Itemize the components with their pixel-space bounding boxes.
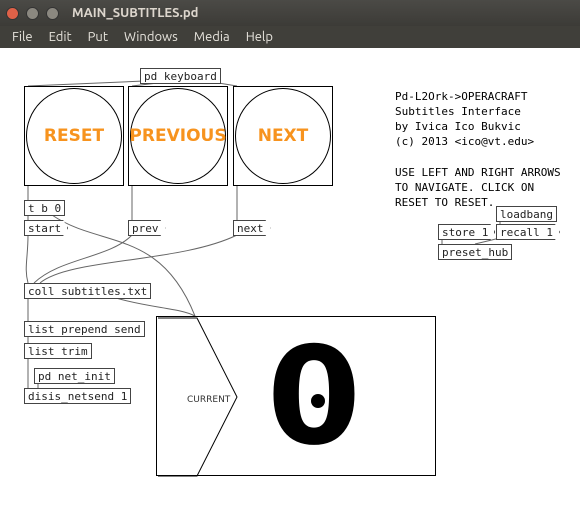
bang-previous[interactable]: PREVIOUS [128,86,228,186]
obj-loadbang[interactable]: loadbang [496,206,557,222]
menu-media[interactable]: Media [186,28,238,46]
bang-reset-label: RESET [44,126,104,146]
pd-canvas[interactable]: pd keyboard RESET PREVIOUS NEXT Pd-L2Ork… [0,48,580,501]
msg-store[interactable]: store 1 [438,224,495,240]
menu-file[interactable]: File [4,28,41,46]
menu-put[interactable]: Put [80,28,116,46]
current-display[interactable]: CURRENT 0 [156,316,436,476]
bang-reset[interactable]: RESET [24,86,124,186]
close-icon[interactable] [6,7,19,20]
menubar: File Edit Put Windows Media Help [0,26,580,48]
window-title: MAIN_SUBTITLES.pd [72,6,198,20]
info-nav: USE LEFT AND RIGHT ARROWS TO NAVIGATE. C… [395,166,561,211]
msg-prev[interactable]: prev [128,220,166,236]
info-title: Pd-L2Ork->OPERACRAFT Subtitles Interface… [395,90,534,149]
obj-disis-netsend[interactable]: disis_netsend 1 [24,388,131,404]
menu-edit[interactable]: Edit [41,28,80,46]
msg-next[interactable]: next [233,220,271,236]
current-label: CURRENT [187,395,230,405]
obj-t-b-0[interactable]: t b 0 [24,200,65,216]
obj-pd-net-init[interactable]: pd net_init [34,368,115,384]
obj-pd-keyboard[interactable]: pd keyboard [140,68,221,84]
bang-next-label: NEXT [258,126,309,146]
titlebar: MAIN_SUBTITLES.pd [0,0,580,26]
obj-preset-hub[interactable]: preset_hub [438,244,512,260]
bang-previous-label: PREVIOUS [129,126,226,146]
menu-help[interactable]: Help [238,28,281,46]
zero-dot-icon [311,394,325,408]
menu-windows[interactable]: Windows [116,28,186,46]
obj-coll[interactable]: coll subtitles.txt [24,283,151,299]
obj-list-trim[interactable]: list trim [24,343,92,359]
bang-next[interactable]: NEXT [233,86,333,186]
msg-start[interactable]: start [24,220,68,236]
minimize-icon[interactable] [26,7,39,20]
maximize-icon[interactable] [46,7,59,20]
obj-list-prepend[interactable]: list prepend send [24,321,145,337]
msg-recall[interactable]: recall 1 [496,224,560,240]
